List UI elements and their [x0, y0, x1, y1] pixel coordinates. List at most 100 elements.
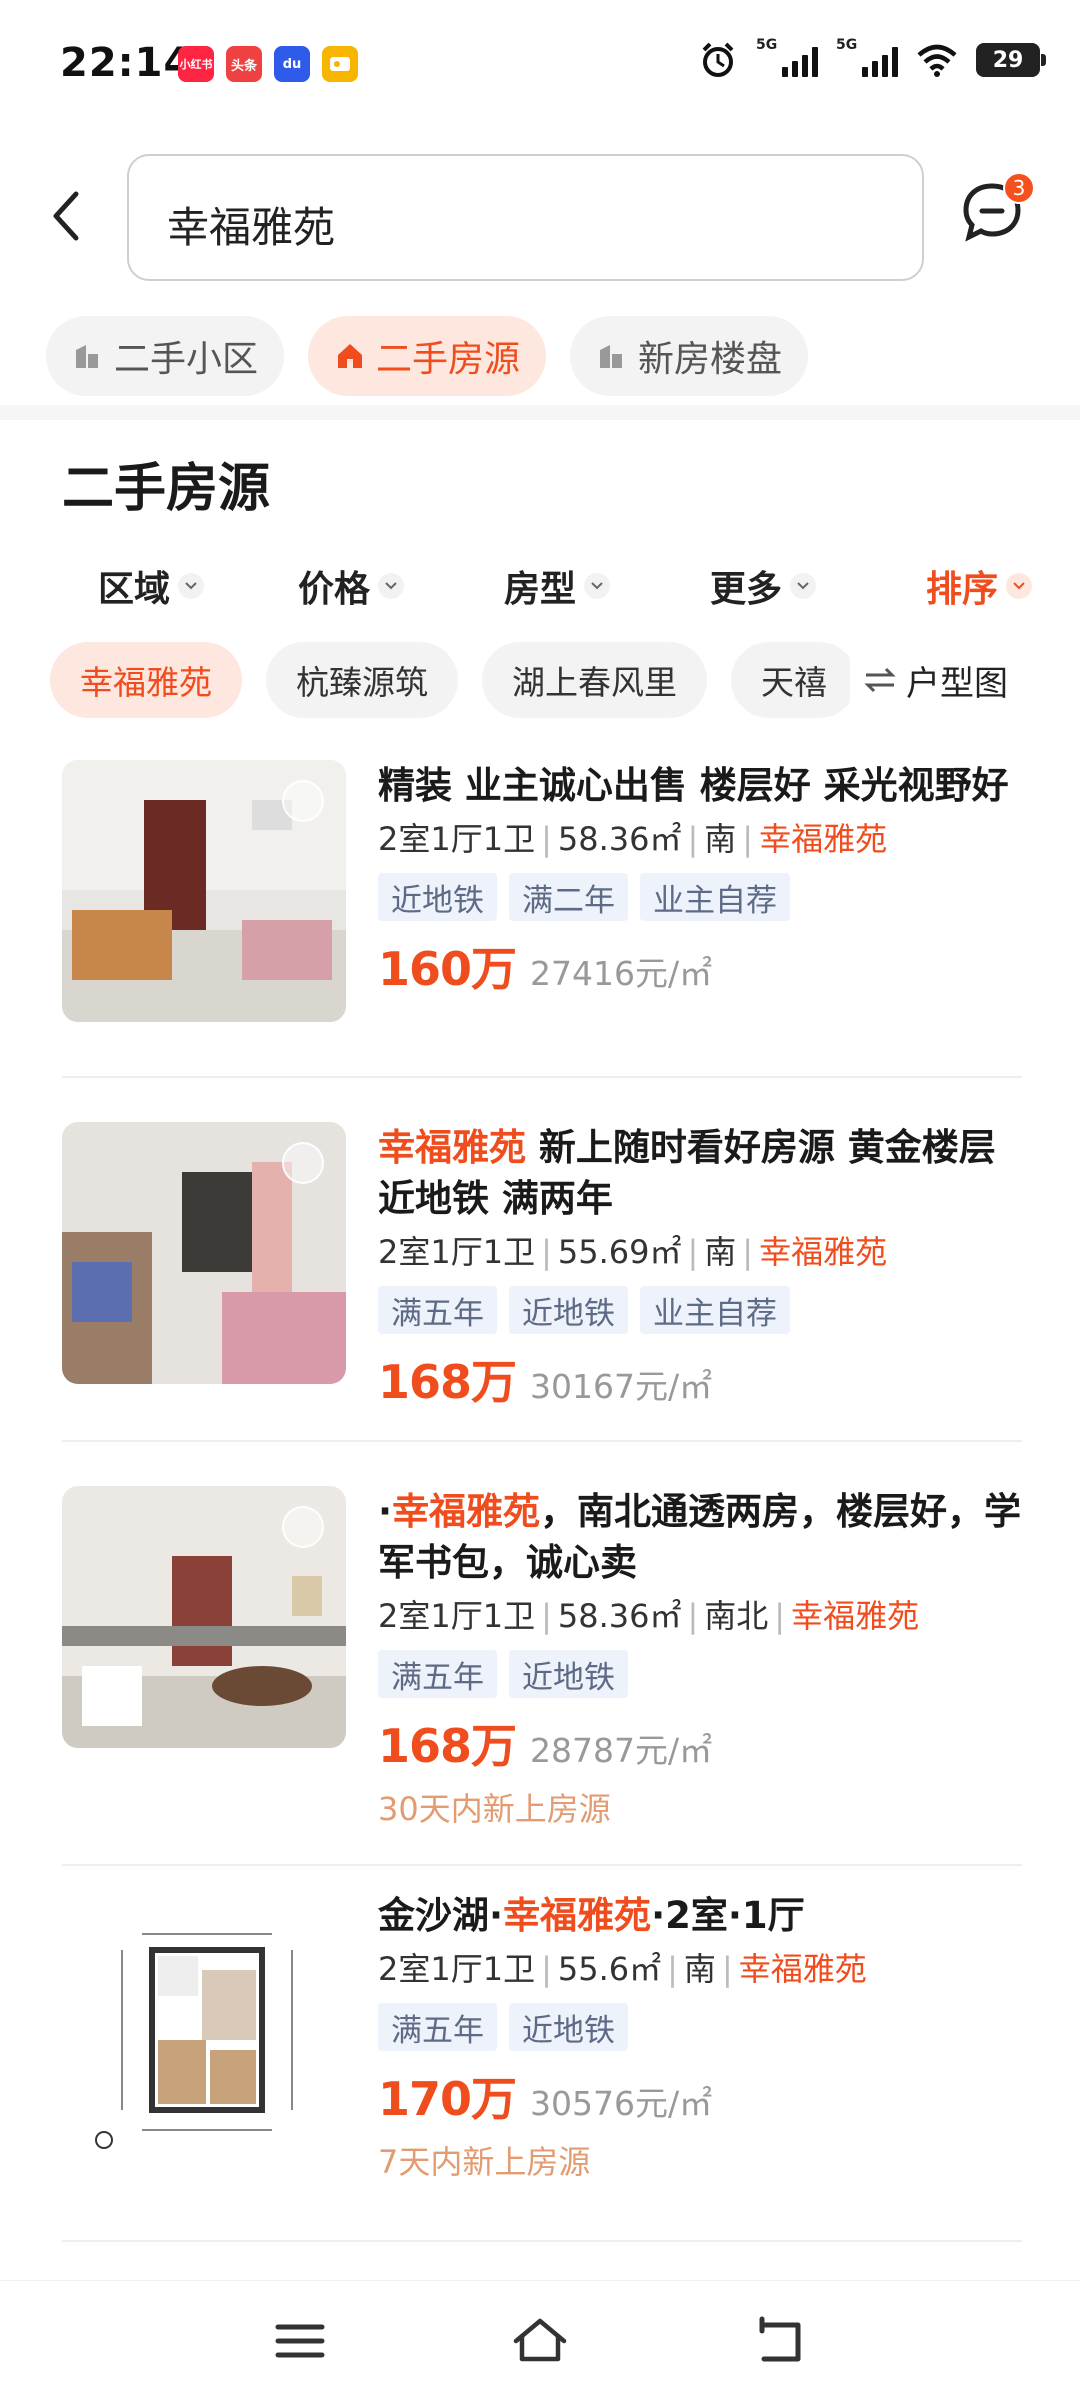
listing-meta: 2室1厅1卫 | 55.6㎡ | 南 | 幸福雅苑	[378, 1950, 867, 1988]
listings-card: 二手房源 区域 价格 房型 更多 排序 幸福雅苑 杭臻源筑 湖上春风里 天禧 户…	[26, 420, 1054, 2270]
listing-meta: 2室1厅1卫 | 58.36㎡ | 南 | 幸福雅苑	[378, 820, 888, 858]
chevron-down-icon	[584, 573, 611, 599]
price-row: 160万 27416元/㎡	[378, 933, 1028, 999]
divider	[62, 1440, 1022, 1442]
yellow-app-icon	[322, 46, 358, 82]
filter-bar: 区域 价格 房型 更多 排序	[72, 560, 1042, 620]
search-input[interactable]: 幸福雅苑	[127, 154, 924, 281]
status-bar: 22:14 小红书 头条 du 5G 5G 29	[0, 0, 1080, 130]
unit-price: 28787元/㎡	[530, 1731, 713, 1770]
feature-tag: 满二年	[509, 873, 628, 921]
listing-meta: 2室1厅1卫 | 58.36㎡ | 南北 | 幸福雅苑	[378, 1597, 920, 1635]
listing-card[interactable]: 精装 业主诚心出售 楼层好 采光视野好 2室1厅1卫 | 58.36㎡ | 南 | 幸福雅苑…	[62, 760, 1022, 1060]
back-icon[interactable]	[750, 2311, 810, 2371]
building-icon	[76, 345, 98, 368]
total-price: 168万	[378, 1355, 517, 1409]
divider	[62, 1864, 1022, 1866]
alarm-icon	[702, 42, 734, 77]
feature-tag: 满五年	[378, 1650, 497, 1698]
feature-tag: 近地铁	[509, 1650, 628, 1698]
battery-icon: 29	[976, 43, 1046, 77]
message-badge: 3	[1003, 172, 1035, 204]
divider	[62, 1076, 1022, 1078]
total-price: 160万	[378, 942, 517, 996]
listing-card[interactable]: 金沙湖·幸福雅苑·2室·1厅 2室1厅1卫 | 55.6㎡ | 南 | 幸福雅苑 满五年 近…	[62, 1890, 1022, 2230]
listing-title: 金沙湖·幸福雅苑·2室·1厅	[378, 1894, 805, 1937]
tab-second-hand-listings[interactable]: 二手房源	[308, 316, 547, 396]
tab-new-homes[interactable]: 新房楼盘	[570, 316, 809, 396]
vr-tour-icon	[282, 1506, 324, 1548]
building-icon	[600, 345, 623, 368]
divider	[62, 2240, 1022, 2242]
swap-icon	[864, 667, 896, 693]
listing-card[interactable]: ·幸福雅苑，南北通透两房，楼层好，学军书包，诚心卖 2室1厅1卫 | 58.36㎡ |…	[62, 1486, 1022, 1828]
feature-tag: 满五年	[378, 1286, 497, 1334]
floor-plan-image	[62, 1910, 346, 2172]
signal-5g-icon-1: 5G	[756, 37, 818, 77]
feature-tag: 满五年	[378, 2003, 497, 2051]
new-listing-note: 30天内新上房源	[378, 1790, 611, 1828]
price-row: 168万 28787元/㎡	[378, 1710, 1028, 1776]
listing-features: 满五年 近地铁	[378, 2003, 1028, 2051]
tab-second-hand-community[interactable]: 二手小区	[46, 316, 285, 396]
new-listing-note: 7天内新上房源	[378, 2143, 591, 2181]
quick-tag[interactable]: 幸福雅苑	[50, 642, 242, 718]
signal-5g-icon-2: 5G	[836, 37, 898, 77]
section-divider	[0, 405, 1080, 420]
wifi-icon	[917, 44, 957, 77]
quick-tag[interactable]: 天禧	[731, 642, 850, 718]
unit-price: 30167元/㎡	[530, 1367, 713, 1406]
status-time: 22:14	[60, 40, 193, 86]
house-icon	[338, 344, 363, 368]
listing-meta: 2室1厅1卫 | 55.69㎡ | 南 | 幸福雅苑	[378, 1233, 888, 1271]
search-query-text: 幸福雅苑	[167, 203, 336, 252]
toutiao-icon: 头条	[226, 46, 262, 82]
status-right: 5G 5G 29	[698, 37, 1046, 80]
filter-label: 房型	[504, 569, 577, 610]
home-icon[interactable]	[510, 2311, 570, 2371]
listing-photo	[62, 1486, 346, 1748]
floor-plan-button[interactable]: 户型图	[862, 642, 1008, 718]
unit-price: 30576元/㎡	[530, 2084, 713, 2123]
filter-label: 更多	[710, 569, 783, 610]
chevron-down-icon	[1006, 573, 1033, 599]
filter-label: 价格	[298, 569, 371, 610]
filter-region[interactable]: 区域	[98, 560, 205, 612]
listing-card[interactable]: 幸福雅苑 新上随时看好房源 黄金楼层 近地铁 满两年 2室1厅1卫 | 55.69㎡…	[62, 1122, 1022, 1422]
listing-title: 幸福雅苑 新上随时看好房源 黄金楼层 近地铁 满两年	[378, 1126, 996, 1220]
feature-tag: 业主自荐	[640, 873, 790, 921]
menu-icon[interactable]	[270, 2311, 330, 2371]
feature-tag: 近地铁	[509, 2003, 628, 2051]
filter-sort[interactable]: 排序	[926, 560, 1033, 612]
unit-price: 27416元/㎡	[530, 954, 713, 993]
category-tabs: 二手小区 二手房源 新房楼盘	[46, 316, 809, 396]
feature-tag: 业主自荐	[640, 1286, 790, 1334]
total-price: 170万	[378, 2072, 517, 2126]
listing-title: ·幸福雅苑，南北通透两房，楼层好，学军书包，诚心卖	[378, 1490, 1022, 1584]
filter-more[interactable]: 更多	[710, 560, 817, 612]
xiaohongshu-icon: 小红书	[178, 46, 214, 82]
back-arrow-icon[interactable]	[46, 186, 86, 246]
system-navigation-bar	[0, 2280, 1080, 2400]
chevron-down-icon	[378, 573, 405, 599]
price-row: 170万 30576元/㎡	[378, 2063, 1028, 2129]
notification-app-icons: 小红书 头条 du	[178, 46, 358, 82]
filter-label: 排序	[926, 569, 999, 610]
chevron-down-icon	[790, 573, 817, 599]
quick-tags: 幸福雅苑 杭臻源筑 湖上春风里 天禧	[50, 642, 850, 718]
listing-features: 满五年 近地铁	[378, 1650, 1028, 1698]
total-price: 168万	[378, 1719, 517, 1773]
tab-label: 二手小区	[114, 339, 259, 380]
filter-price[interactable]: 价格	[298, 560, 405, 612]
tab-label: 二手房源	[376, 339, 521, 380]
listing-photo	[62, 1122, 346, 1384]
listing-photo	[62, 760, 346, 1022]
filter-room-type[interactable]: 房型	[504, 560, 611, 612]
vr-tour-icon	[282, 780, 324, 822]
tab-label: 新房楼盘	[638, 339, 783, 380]
listing-features: 满五年 近地铁 业主自荐	[378, 1286, 1028, 1334]
section-title: 二手房源	[62, 459, 271, 519]
quick-tag[interactable]: 湖上春风里	[482, 642, 707, 718]
quick-tag[interactable]: 杭臻源筑	[266, 642, 458, 718]
search-header: 幸福雅苑 3	[0, 150, 1080, 285]
